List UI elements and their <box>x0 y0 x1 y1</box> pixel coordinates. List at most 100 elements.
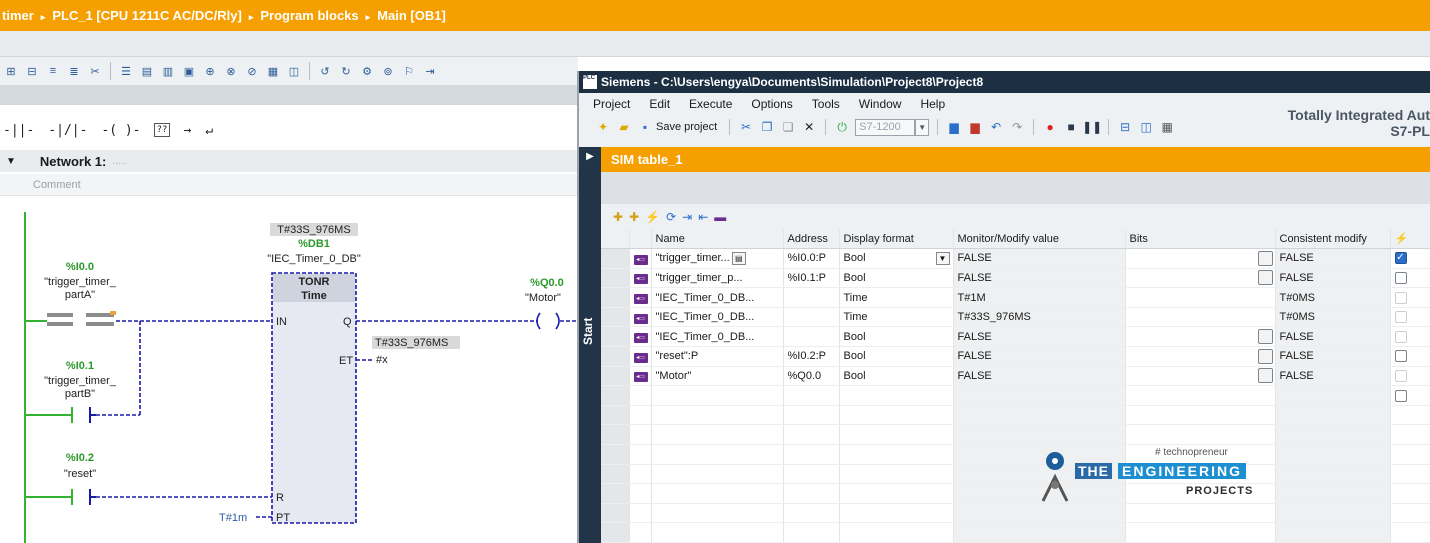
list-icon[interactable]: ☰ <box>117 62 135 80</box>
table-row[interactable]: ◂▭ "IEC_Timer_0_DB... Bool FALSE FALSE <box>601 326 1430 348</box>
table-icon[interactable]: ▦ <box>1159 119 1175 135</box>
row-selector[interactable] <box>601 444 630 465</box>
copy-icon[interactable]: ❐ <box>759 119 775 135</box>
contact-trigger-a[interactable] <box>47 311 116 326</box>
cpu-select[interactable]: S7-1200 <box>855 118 916 136</box>
open-networks-icon[interactable]: ▤ <box>138 62 156 80</box>
table-row[interactable] <box>601 503 1430 524</box>
add-all-icon[interactable]: ✚ <box>629 210 639 224</box>
row-monitor-value[interactable]: FALSE <box>953 366 1126 387</box>
row-bits[interactable] <box>1125 268 1276 289</box>
modify-checkbox[interactable] <box>1394 311 1407 324</box>
split-vertical-icon[interactable]: ◫ <box>1138 119 1154 135</box>
delete-icon[interactable]: ✕ <box>801 119 817 135</box>
sim-start-sidebar[interactable]: ▶ Start <box>579 147 601 543</box>
row-address[interactable]: %I0.0:P <box>783 248 840 269</box>
insert-network-icon[interactable]: ⊞ <box>2 62 20 80</box>
row-bits[interactable] <box>1125 366 1276 387</box>
save-icon[interactable]: ▪ <box>637 119 653 135</box>
row-address[interactable] <box>783 326 840 348</box>
breadcrumb-main[interactable]: Main [OB1] <box>377 8 446 23</box>
close-branch-icon[interactable]: ↵ <box>204 123 214 138</box>
menu-execute[interactable]: Execute <box>689 97 732 111</box>
breadcrumb-plc[interactable]: PLC_1 [CPU 1211C AC/DC/Rly] <box>52 8 242 23</box>
table-row[interactable]: ◂▭ "IEC_Timer_0_DB... Time T#1M T#0MS <box>601 287 1430 308</box>
row-selector[interactable] <box>601 464 630 485</box>
row-monitor-value[interactable]: FALSE <box>953 326 1126 348</box>
modify-checkbox[interactable]: ✓ <box>1394 252 1407 265</box>
absolute-operand-icon[interactable]: ⊕ <box>201 62 219 80</box>
menu-window[interactable]: Window <box>859 97 902 111</box>
column-header-address[interactable]: Address <box>783 229 840 250</box>
row-consistent-modify[interactable]: T#0MS <box>1275 287 1391 308</box>
symbolic-operand-icon[interactable]: ⊗ <box>222 62 240 80</box>
breadcrumb-project[interactable]: timer <box>2 8 34 23</box>
et-variable[interactable]: #x <box>376 354 388 366</box>
row-display-format[interactable]: Bool ▼ <box>839 248 954 269</box>
table-row[interactable]: ◂▭ "reset":P %I0.2:P Bool FALSE FALSE <box>601 346 1430 367</box>
monitor-icon[interactable]: ⊚ <box>379 62 397 80</box>
network-header[interactable]: ▼ Network 1: ..... <box>0 150 578 172</box>
row-modify-check[interactable] <box>1390 366 1430 387</box>
column-header-bits[interactable]: Bits <box>1125 229 1276 250</box>
delete-network-icon[interactable]: ⊟ <box>23 62 41 80</box>
io-icon[interactable]: ▬ <box>714 210 726 224</box>
modify-checkbox[interactable] <box>1394 291 1407 304</box>
modify-checkbox[interactable] <box>1394 389 1407 402</box>
open-branch-icon[interactable]: → <box>182 123 192 138</box>
import-icon[interactable]: ⇥ <box>682 210 692 224</box>
bit-toggle[interactable] <box>1257 348 1273 364</box>
row-consistent-modify[interactable]: FALSE <box>1275 326 1391 348</box>
table-row[interactable]: ◂▭ "Motor" %Q0.0 Bool FALSE FALSE <box>601 366 1430 387</box>
cut-icon[interactable]: ✂ <box>86 62 104 80</box>
paste-icon[interactable]: ❏ <box>780 119 796 135</box>
row-modify-check[interactable] <box>1390 307 1430 328</box>
row-address[interactable]: %I0.1:P <box>783 268 840 289</box>
modify-checkbox[interactable] <box>1394 350 1407 363</box>
bit-toggle[interactable] <box>1257 329 1273 345</box>
row-monitor-value[interactable]: T#33S_976MS <box>953 307 1126 328</box>
row-modify-check[interactable] <box>1390 268 1430 289</box>
row-selector[interactable] <box>601 307 630 328</box>
row-name[interactable]: "IEC_Timer_0_DB... <box>651 287 784 308</box>
row-name[interactable]: "IEC_Timer_0_DB... <box>651 307 784 328</box>
row-bits[interactable] <box>1125 307 1276 328</box>
row-selector[interactable] <box>601 503 630 524</box>
undo-icon[interactable]: ↶ <box>988 119 1004 135</box>
table-row[interactable] <box>601 522 1430 543</box>
redo-icon[interactable]: ↷ <box>1009 119 1025 135</box>
table-row[interactable]: ◂▭ "trigger_timer_p... %I0.1:P Bool FALSE FAL… <box>601 268 1430 289</box>
nc-contact-icon[interactable]: -|/|- <box>47 123 88 138</box>
row-monitor-value[interactable]: FALSE <box>953 268 1126 289</box>
watch-icon[interactable]: ◫ <box>285 62 303 80</box>
row-selector[interactable] <box>601 248 630 269</box>
column-header-display-format[interactable]: Display format <box>839 229 954 250</box>
timer-db-name[interactable]: "IEC_Timer_0_DB" <box>267 253 361 265</box>
expand-arrow-icon[interactable]: ▶ <box>579 151 601 162</box>
bit-toggle[interactable] <box>1257 250 1273 266</box>
row-selector[interactable] <box>601 287 630 308</box>
no-contact-icon[interactable]: -||- <box>2 123 35 138</box>
breadcrumb-program-blocks[interactable]: Program blocks <box>260 8 358 23</box>
plc-run-icon[interactable]: ▆ <box>946 119 962 135</box>
table-row[interactable]: ◂▭ "trigger_timer... ▤ %I0.0:P Bool ▼ FALSE FAL… <box>601 248 1430 269</box>
row-monitor-value[interactable]: FALSE <box>953 346 1126 367</box>
row-selector[interactable] <box>601 385 630 406</box>
row-address[interactable]: %Q0.0 <box>783 366 840 387</box>
column-header-monitor-value[interactable]: Monitor/Modify value <box>953 229 1126 250</box>
row-display-format[interactable]: Bool <box>839 268 954 289</box>
sim-title-bar[interactable]: PLC SIM Siemens - C:\Users\engya\Documen… <box>579 71 1430 93</box>
power-icon[interactable]: ⏻ <box>834 119 850 135</box>
row-monitor-value[interactable]: T#1M <box>953 287 1126 308</box>
network-comment[interactable]: Comment <box>0 174 578 196</box>
pt-value[interactable]: T#1m <box>219 512 247 524</box>
menu-help[interactable]: Help <box>920 97 945 111</box>
table-row[interactable] <box>601 464 1430 485</box>
row-bits[interactable] <box>1125 287 1276 308</box>
comment-icon[interactable]: ▣ <box>180 62 198 80</box>
menu-options[interactable]: Options <box>751 97 792 111</box>
chevron-down-icon[interactable]: ▼ <box>915 118 930 136</box>
contact-trigger-b[interactable] <box>64 407 96 423</box>
contact-reset[interactable] <box>64 489 96 505</box>
row-display-format[interactable]: Time <box>839 287 954 308</box>
